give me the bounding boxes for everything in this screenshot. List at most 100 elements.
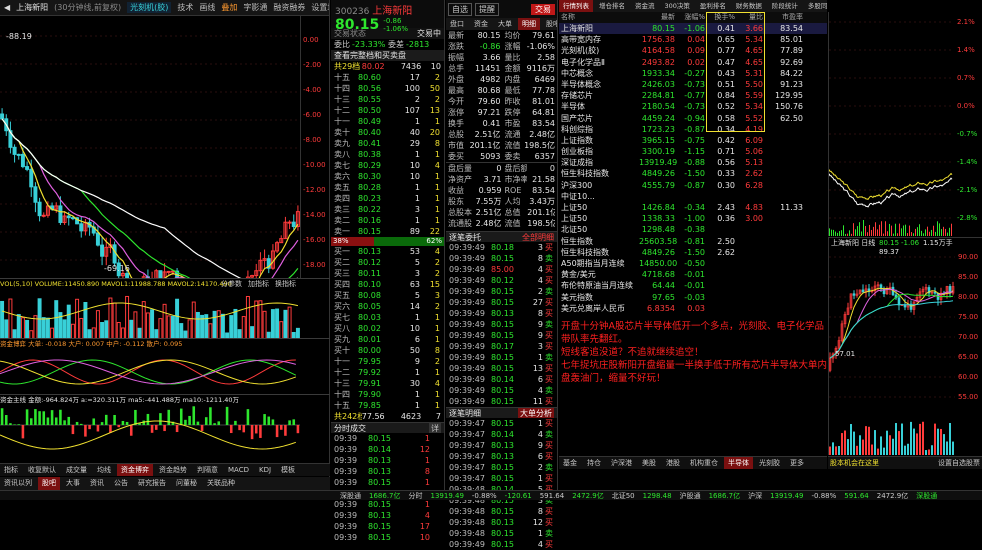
book-row[interactable]: 买十80.00508 — [331, 345, 444, 356]
list-tab[interactable]: 财务数据 — [732, 0, 766, 12]
list-row[interactable]: 黄金/美元4718.68-0.01 — [559, 269, 827, 280]
book-row[interactable]: 卖七80.29104 — [331, 160, 444, 171]
list-row[interactable]: 半导体概念2426.03-0.730.515.5091.23 — [559, 79, 827, 90]
list-row[interactable]: 深证成指13919.49-0.880.565.13 — [559, 157, 827, 168]
list-row[interactable]: 恒生指数25603.58-0.812.50 — [559, 236, 827, 247]
nav-tab[interactable]: 问董秘 — [172, 477, 201, 490]
margin-button[interactable]: 融资融券 — [273, 2, 305, 13]
list-row[interactable]: 上证指数3965.15-0.750.426.09 — [559, 135, 827, 146]
big-order-button[interactable]: 大单分析 — [518, 408, 554, 418]
self-pick-button[interactable]: 自选 — [448, 3, 472, 16]
all-detail-button[interactable]: 全部明细 — [522, 232, 554, 242]
book-row[interactable]: 买三80.1132 — [331, 268, 444, 279]
sector-tab[interactable]: 机构重仓 — [686, 457, 722, 470]
book-row[interactable]: 买四80.106315 — [331, 279, 444, 290]
tech-button[interactable]: 技术 — [177, 2, 193, 13]
sector-tab[interactable]: 基金 — [559, 457, 581, 470]
list-row[interactable]: 中证10... — [559, 191, 827, 202]
indicator-tab[interactable]: KDJ — [255, 464, 275, 477]
sector-tab[interactable]: 沪深港 — [607, 457, 636, 470]
book-row[interactable]: 卖四80.2311 — [331, 193, 444, 204]
sector-tab[interactable]: 港股 — [662, 457, 684, 470]
book-row[interactable]: 卖八80.3811 — [331, 149, 444, 160]
book-row[interactable]: 买七80.0311 — [331, 312, 444, 323]
list-tab[interactable]: 增仓排名 — [595, 0, 629, 12]
list-row[interactable]: 沪深3004555.79-0.870.306.28 — [559, 180, 827, 191]
sector-tab[interactable]: 持仓 — [583, 457, 605, 470]
book-row[interactable]: 买二80.1252 — [331, 257, 444, 268]
period-label[interactable]: (30分钟线,前复权) — [54, 2, 121, 13]
col-header[interactable]: 市盈率 — [765, 12, 805, 23]
opportunity-link[interactable]: 股本机会在这里 — [830, 458, 879, 468]
book-row[interactable]: 卖三80.2231 — [331, 204, 444, 215]
list-row[interactable]: 高带宽内存1756.380.040.655.3485.01 — [559, 34, 827, 45]
indicator-tab[interactable]: 判隔意 — [193, 464, 222, 477]
list-row[interactable]: A50期指当月连续14850.00-0.50 — [559, 258, 827, 269]
char-button[interactable]: 字影通 — [243, 2, 267, 13]
vol-add-button[interactable]: 加指标 — [248, 279, 269, 289]
draw-button[interactable]: 画线 — [199, 2, 215, 13]
book-row[interactable]: 买八80.02101 — [331, 323, 444, 334]
stats-tab[interactable]: 股吧 — [542, 18, 557, 30]
list-row[interactable]: 中芯概念1933.34-0.270.435.3184.22 — [559, 68, 827, 79]
indicator-tab[interactable]: 指标 — [0, 464, 22, 477]
ma-settings-button[interactable]: 设置均线 — [311, 2, 329, 13]
list-tab[interactable]: 资金流 — [631, 0, 659, 12]
indicator-tab[interactable]: 成交量 — [62, 464, 91, 477]
book-row[interactable]: 十二80.5010713 — [331, 105, 444, 116]
indicator-tab[interactable]: 均线 — [93, 464, 115, 477]
list-row[interactable]: 科创综指1723.23-0.870.344.19 — [559, 124, 827, 135]
book-row[interactable]: 十三79.91304 — [331, 378, 444, 389]
list-row[interactable]: 美元兑离岸人民币6.83540.03 — [559, 303, 827, 314]
book-row[interactable]: 十四79.9011 — [331, 389, 444, 400]
list-row[interactable]: 北证501298.48-0.38 — [559, 224, 827, 235]
indicator-tab[interactable]: 资金趋势 — [155, 464, 191, 477]
nav-tab[interactable]: 资讯 — [86, 477, 108, 490]
set-favorite-link[interactable]: 设置自选股票 — [938, 458, 980, 468]
list-row[interactable]: 半导体2180.54-0.730.525.34150.76 — [559, 101, 827, 112]
indicator-tab[interactable]: 模板 — [277, 464, 299, 477]
vol-switch-button[interactable]: 换指标 — [275, 279, 296, 289]
book-row[interactable]: 买五80.0853 — [331, 290, 444, 301]
stats-tab[interactable]: 明细 — [518, 18, 540, 30]
book-row[interactable]: 卖九80.41298 — [331, 138, 444, 149]
list-row[interactable]: 上海新阳80.15-1.060.413.6683.54 — [559, 23, 827, 34]
list-row[interactable]: 电子化学品Ⅱ2493.820.020.474.6592.69 — [559, 57, 827, 68]
sector-tab[interactable]: 半导体 — [724, 457, 753, 470]
stats-tab[interactable]: 盘口 — [446, 18, 468, 30]
sector-tab[interactable]: 光刻胶 — [755, 457, 784, 470]
nav-tab[interactable]: 股吧 — [38, 477, 60, 490]
book-row[interactable]: 卖十80.404020 — [331, 127, 444, 138]
book-row[interactable]: 十一80.4911 — [331, 116, 444, 127]
list-row[interactable]: 光刻机(胶)4164.580.090.774.6577.89 — [559, 45, 827, 56]
overlay-button[interactable]: 叠加 — [221, 2, 237, 13]
intraday-svg[interactable] — [829, 12, 953, 236]
col-header[interactable]: 名称 — [559, 12, 637, 23]
stats-tab[interactable]: 大单 — [494, 18, 516, 30]
list-tab[interactable]: 300决策 — [661, 0, 694, 12]
nav-tab[interactable]: 公告 — [110, 477, 132, 490]
book-row[interactable]: 十二79.9211 — [331, 367, 444, 378]
nav-tab[interactable]: 大事 — [62, 477, 84, 490]
vol-param-button[interactable]: 分参数 — [221, 279, 242, 289]
nav-tab[interactable]: 研究报告 — [134, 477, 170, 490]
nav-tab[interactable]: 关联品种 — [203, 477, 239, 490]
book-row[interactable]: 买六80.05142 — [331, 301, 444, 312]
full-depth-link[interactable]: 查看完整档和买卖盘 — [331, 50, 444, 61]
list-row[interactable]: 布伦特原油当月连续64.44-0.01 — [559, 280, 827, 291]
stats-tab[interactable]: 资金 — [470, 18, 492, 30]
list-row[interactable]: 恒生科技指数4849.26-1.500.332.62 — [559, 168, 827, 179]
list-tab[interactable]: 多股同列 — [804, 0, 827, 12]
remind-button[interactable]: 提醒 — [475, 3, 499, 16]
list-row[interactable]: 美元指数97.65-0.03 — [559, 292, 827, 303]
kline-chart[interactable]: -88.19 -69.16 — [0, 16, 300, 278]
book-row[interactable]: 卖五80.2811 — [331, 182, 444, 193]
concept-label[interactable]: 光刻机(胶) — [127, 2, 171, 13]
list-row[interactable]: 上证501426.84-0.342.434.8311.33 — [559, 202, 827, 213]
list-tab[interactable]: 阶段统计 — [768, 0, 802, 12]
col-header[interactable]: 涨幅% — [677, 12, 707, 23]
list-row[interactable]: 创业板指3300.19-1.150.715.06 — [559, 146, 827, 157]
book-row[interactable]: 十三80.5522 — [331, 94, 444, 105]
book-row[interactable]: 买九80.0161 — [331, 334, 444, 345]
book-row[interactable]: 十一79.9592 — [331, 356, 444, 367]
